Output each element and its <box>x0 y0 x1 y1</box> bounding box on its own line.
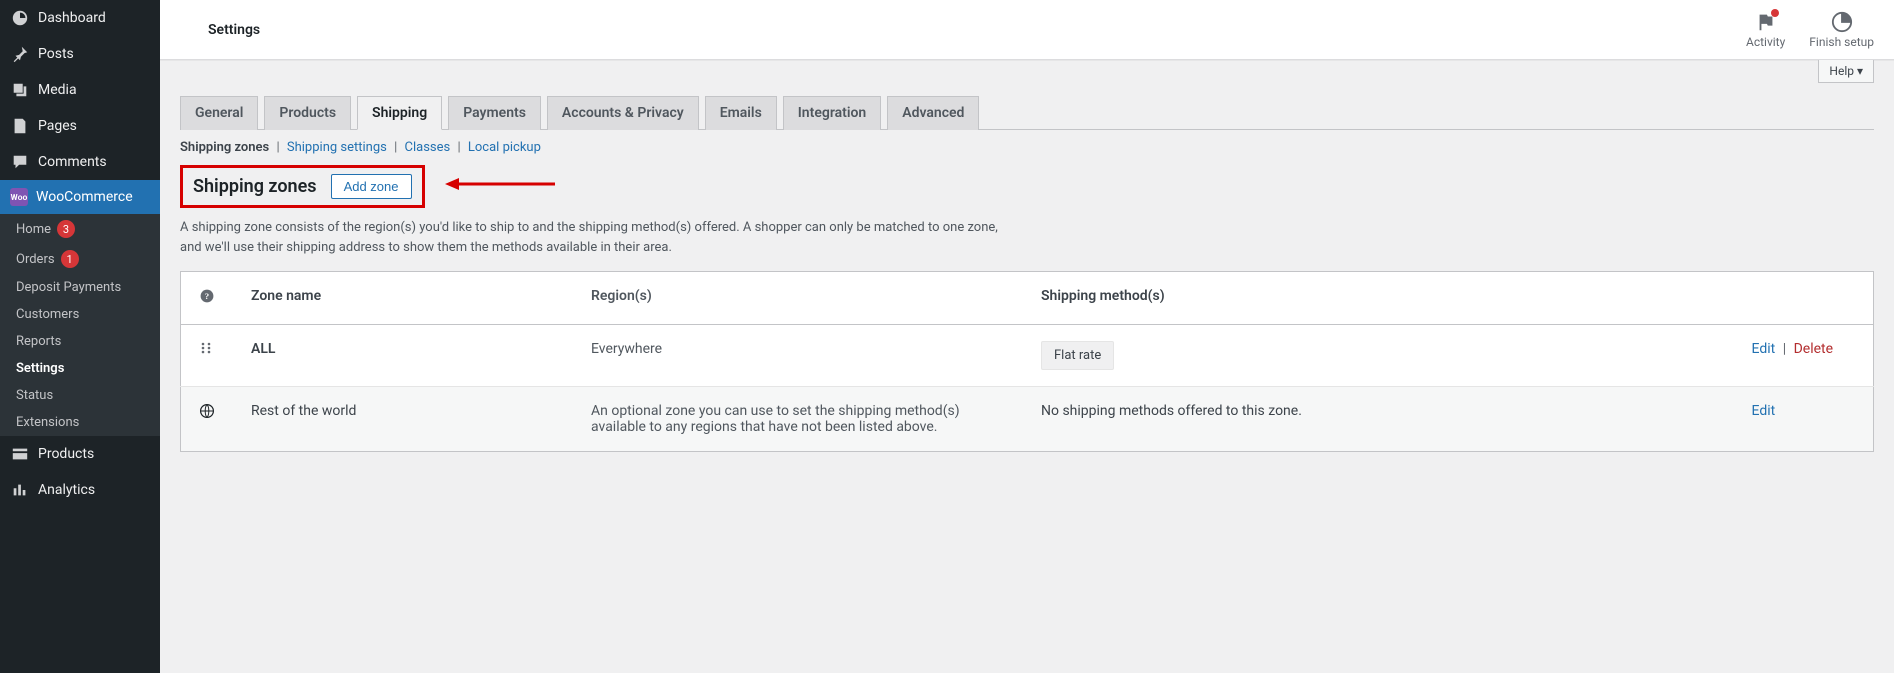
sidebar-label: WooCommerce <box>36 189 133 205</box>
column-actions <box>1734 272 1874 325</box>
zone-name: Rest of the world <box>233 387 573 452</box>
help-tab[interactable]: Help ▾ <box>1818 60 1874 83</box>
count-badge: 1 <box>61 250 79 268</box>
comments-icon <box>10 152 30 172</box>
sub-navigation: Shipping zones | Shipping settings | Cla… <box>180 130 1874 159</box>
globe-icon <box>199 403 215 419</box>
help-icon: ? <box>199 288 215 304</box>
sidebar-label: Products <box>38 446 94 462</box>
edit-link[interactable]: Edit <box>1752 403 1776 419</box>
activity-label: Activity <box>1746 35 1785 49</box>
column-regions: Region(s) <box>573 272 1023 325</box>
page-title: Settings <box>208 22 260 38</box>
woocommerce-icon: Wᴏᴏ <box>10 188 28 206</box>
pushpin-icon <box>10 44 30 64</box>
zone-methods-text: No shipping methods offered to this zone… <box>1023 387 1734 452</box>
finish-label: Finish setup <box>1809 35 1874 49</box>
analytics-icon <box>10 480 30 500</box>
shipping-method-chip[interactable]: Flat rate <box>1041 341 1114 370</box>
media-icon <box>10 80 30 100</box>
sub-label: Status <box>16 388 53 403</box>
section-description: A shipping zone consists of the region(s… <box>180 218 1000 257</box>
sidebar-item-products[interactable]: Products <box>0 436 160 472</box>
finish-setup-button[interactable]: Finish setup <box>1809 11 1874 49</box>
sidebar-label: Pages <box>38 118 77 134</box>
dashboard-icon <box>10 8 30 28</box>
section-heading: Shipping zones <box>193 176 317 197</box>
subnav-shipping-zones[interactable]: Shipping zones <box>180 140 269 155</box>
sidebar-sub-home[interactable]: Home 3 <box>0 214 160 244</box>
tab-advanced[interactable]: Advanced <box>887 96 979 130</box>
subnav-local-pickup[interactable]: Local pickup <box>468 140 541 155</box>
pages-icon <box>10 116 30 136</box>
add-zone-button[interactable]: Add zone <box>331 174 412 199</box>
sidebar-label: Analytics <box>38 482 95 498</box>
sidebar-item-dashboard[interactable]: Dashboard <box>0 0 160 36</box>
sidebar-item-media[interactable]: Media <box>0 72 160 108</box>
zone-name: ALL <box>233 325 573 387</box>
sub-label: Deposit Payments <box>16 280 121 295</box>
svg-text:?: ? <box>205 291 209 301</box>
column-handle: ? <box>181 272 234 325</box>
sidebar-sub-orders[interactable]: Orders 1 <box>0 244 160 274</box>
table-row: Rest of the world An optional zone you c… <box>181 387 1874 452</box>
sidebar-label: Posts <box>38 46 74 62</box>
subnav-shipping-settings[interactable]: Shipping settings <box>287 140 387 155</box>
tab-products[interactable]: Products <box>264 96 351 130</box>
sidebar-sub-status[interactable]: Status <box>0 382 160 409</box>
zone-region: An optional zone you can use to set the … <box>573 387 1023 452</box>
sidebar-item-pages[interactable]: Pages <box>0 108 160 144</box>
sidebar-label: Media <box>38 82 77 98</box>
sidebar-sub-extensions[interactable]: Extensions <box>0 409 160 436</box>
shipping-zones-table: ? Zone name Region(s) Shipping method(s) <box>180 271 1874 452</box>
sidebar-item-posts[interactable]: Posts <box>0 36 160 72</box>
sidebar-sub-deposit-payments[interactable]: Deposit Payments <box>0 274 160 301</box>
sub-label: Home <box>16 222 51 237</box>
tab-accounts-privacy[interactable]: Accounts & Privacy <box>547 96 699 130</box>
tab-integration[interactable]: Integration <box>783 96 881 130</box>
annotation-arrow-icon <box>445 173 555 199</box>
sidebar-item-analytics[interactable]: Analytics <box>0 472 160 508</box>
sub-label: Customers <box>16 307 79 322</box>
column-methods: Shipping method(s) <box>1023 272 1734 325</box>
sub-label: Settings <box>16 361 64 376</box>
subnav-classes[interactable]: Classes <box>405 140 451 155</box>
tab-shipping[interactable]: Shipping <box>357 96 442 130</box>
count-badge: 3 <box>57 220 75 238</box>
sidebar-item-comments[interactable]: Comments <box>0 144 160 180</box>
edit-link[interactable]: Edit <box>1752 341 1776 357</box>
tab-payments[interactable]: Payments <box>448 96 541 130</box>
drag-handle-icon[interactable] <box>199 343 213 359</box>
sub-label: Extensions <box>16 415 79 430</box>
table-row: ALL Everywhere Flat rate Edit | Delete <box>181 325 1874 387</box>
content-area: Settings Activity Finish setup <box>160 0 1894 673</box>
notification-dot <box>1771 9 1779 17</box>
delete-link[interactable]: Delete <box>1794 341 1833 357</box>
sidebar-sub-settings[interactable]: Settings <box>0 355 160 382</box>
sidebar-submenu: Home 3 Orders 1 Deposit Payments Custome… <box>0 214 160 436</box>
sidebar-item-woocommerce[interactable]: Wᴏᴏ WooCommerce <box>0 180 160 214</box>
activity-button[interactable]: Activity <box>1746 11 1785 49</box>
heading-highlight: Shipping zones Add zone <box>180 165 425 208</box>
sub-label: Reports <box>16 334 61 349</box>
sidebar-label: Comments <box>38 154 107 170</box>
sidebar-sub-customers[interactable]: Customers <box>0 301 160 328</box>
sub-label: Orders <box>16 252 55 267</box>
tab-emails[interactable]: Emails <box>705 96 777 130</box>
admin-sidebar: Dashboard Posts Media Pages Comments <box>0 0 160 673</box>
products-icon <box>10 444 30 464</box>
flag-icon <box>1755 11 1777 33</box>
tab-general[interactable]: General <box>180 96 258 130</box>
settings-tabs: General Products Shipping Payments Accou… <box>180 87 1874 130</box>
sidebar-sub-reports[interactable]: Reports <box>0 328 160 355</box>
column-zone-name: Zone name <box>233 272 573 325</box>
topbar: Settings Activity Finish setup <box>160 0 1894 60</box>
progress-circle-icon <box>1831 11 1853 33</box>
zone-region: Everywhere <box>573 325 1023 387</box>
sidebar-label: Dashboard <box>38 10 106 26</box>
